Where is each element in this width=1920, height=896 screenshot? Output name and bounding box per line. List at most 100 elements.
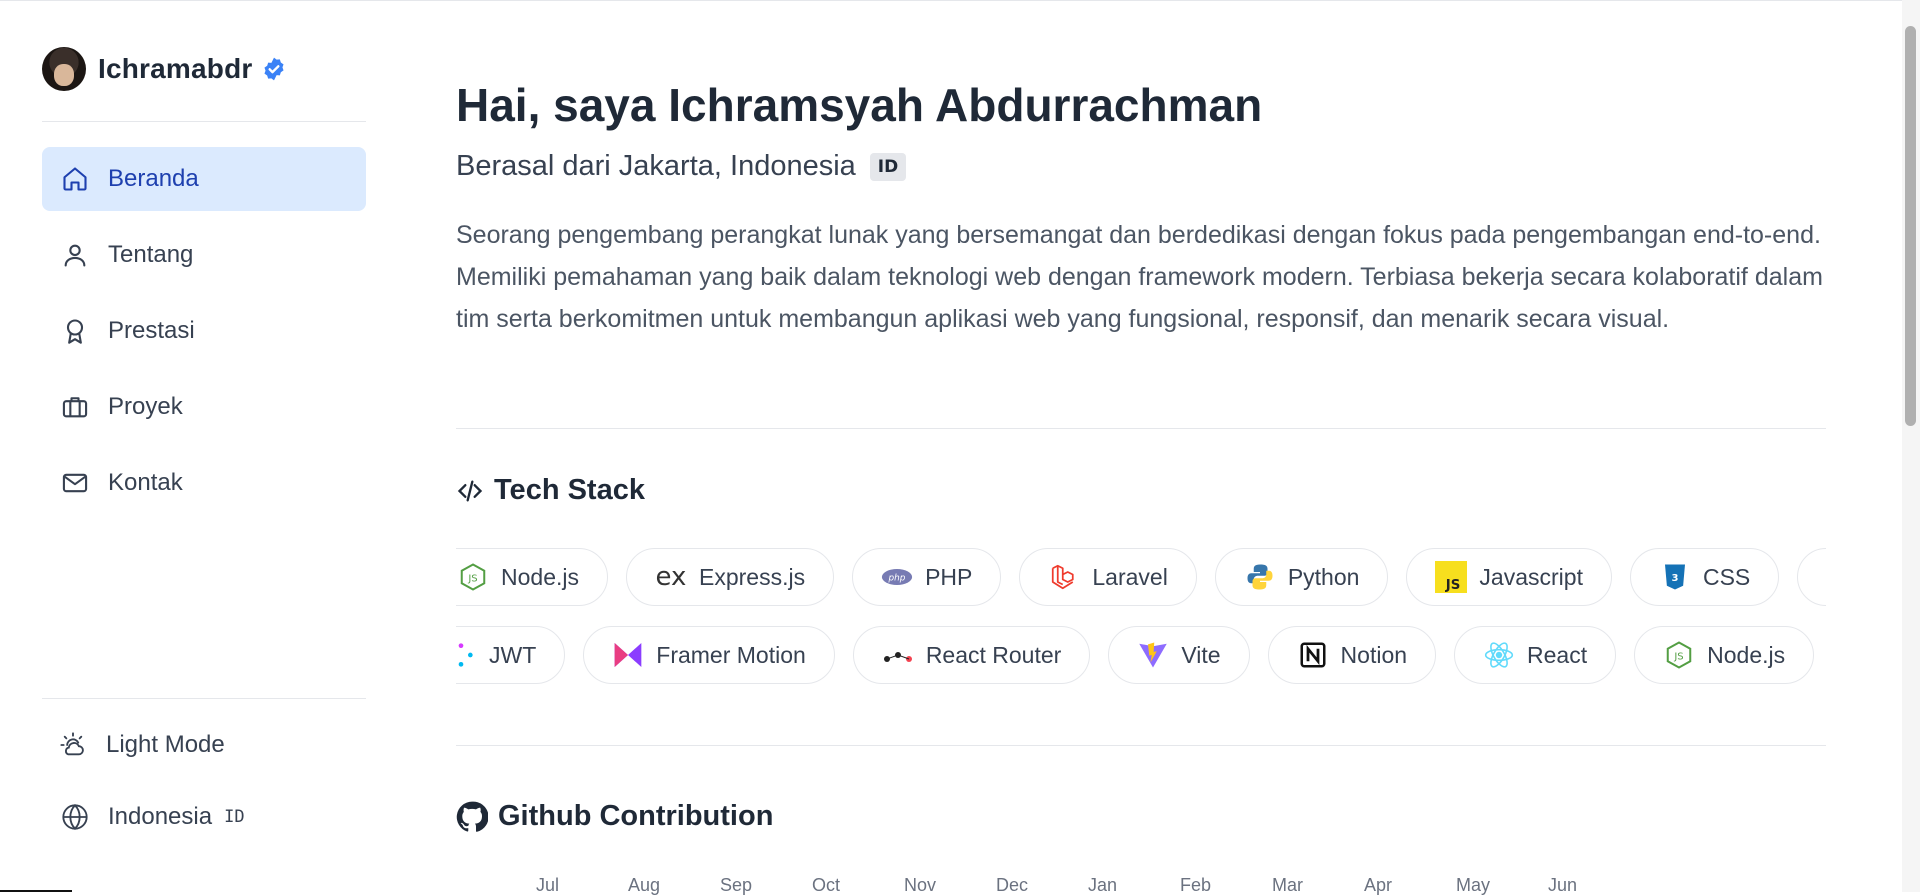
- contribution-month-labels: Jul Aug Sep Oct Nov Dec Jan Feb Mar Apr …: [536, 875, 1640, 896]
- tech-stack-title: Tech Stack: [494, 474, 645, 506]
- user-icon: [60, 240, 90, 270]
- tech-pill-python[interactable]: Python: [1214, 548, 1389, 606]
- profile-header[interactable]: Ichramabdr: [42, 46, 287, 92]
- tech-pill-label: JWT: [489, 641, 537, 668]
- tech-stack-heading: Tech Stack: [456, 474, 645, 507]
- express-icon: ex: [655, 562, 687, 592]
- theme-toggle-label: Light Mode: [106, 731, 225, 758]
- tech-pill-label: React: [1527, 641, 1588, 668]
- month-label: Jul: [536, 875, 560, 895]
- laravel-icon: [1048, 561, 1080, 593]
- globe-icon: [60, 802, 90, 832]
- tech-pill-label: Vite: [1181, 641, 1221, 668]
- github-heading: Github Contribution: [456, 800, 773, 833]
- sidebar: Ichramabdr Beranda Tentang Prestasi Proy…: [42, 0, 366, 892]
- month-label: Jan: [1088, 875, 1118, 895]
- month-label: Jun: [1548, 875, 1578, 895]
- page-scrollbar[interactable]: [1902, 0, 1920, 892]
- svg-text:JS: JS: [467, 573, 477, 584]
- award-icon: [60, 316, 90, 346]
- svg-text:JS: JS: [1445, 578, 1461, 593]
- home-icon: [60, 164, 90, 194]
- framer-motion-icon: [612, 639, 644, 671]
- language-selector[interactable]: Indonesia ID: [60, 802, 245, 832]
- tech-pill-vite[interactable]: Vite: [1108, 626, 1250, 684]
- nodejs-icon: JS: [457, 561, 489, 593]
- tech-pill-notion[interactable]: Notion: [1267, 626, 1437, 684]
- month-label: Aug: [628, 875, 661, 895]
- sidebar-divider: [42, 121, 366, 122]
- sidebar-item-prestasi[interactable]: Prestasi: [42, 299, 366, 363]
- sidebar-item-label: Kontak: [108, 469, 183, 496]
- sidebar-item-proyek[interactable]: Proyek: [42, 375, 366, 439]
- tech-stack-row-1: JS Node.js ex Express.js php PHP Laravel…: [456, 548, 1826, 610]
- profile-name: Ichramabdr: [98, 53, 253, 84]
- sun-cloud-icon: [58, 730, 88, 760]
- avatar: [42, 47, 86, 91]
- tech-pill-nodejs-2[interactable]: JS Node.js: [1634, 626, 1815, 684]
- verified-badge-icon: [263, 57, 284, 81]
- theme-toggle-button[interactable]: Light Mode: [58, 730, 225, 760]
- tech-pill-label: Python: [1287, 563, 1360, 590]
- month-label: Sep: [720, 875, 753, 895]
- svg-text:JS: JS: [1673, 651, 1683, 662]
- sidebar-item-beranda[interactable]: Beranda: [42, 147, 366, 211]
- tech-pill-label: Laravel: [1092, 563, 1168, 590]
- javascript-icon: JS: [1435, 561, 1468, 593]
- scrollbar-thumb[interactable]: [1905, 26, 1916, 426]
- sidebar-nav: Beranda Tentang Prestasi Proyek Kontak: [42, 147, 366, 527]
- sidebar-item-kontak[interactable]: Kontak: [42, 451, 366, 515]
- python-icon: [1244, 561, 1276, 593]
- tech-pill-express[interactable]: ex Express.js: [625, 548, 835, 606]
- tech-pill-label: Framer Motion: [656, 641, 806, 668]
- tech-pill-label: Node.js: [1707, 641, 1786, 668]
- tech-stack-row-2: JWT Framer Motion React Router Vite Noti…: [456, 626, 1826, 688]
- month-label: Oct: [812, 875, 841, 895]
- sidebar-divider: [42, 698, 366, 699]
- php-icon: php: [881, 561, 913, 593]
- flag-badge: ID: [869, 152, 907, 181]
- location-text: Berasal dari Jakarta, Indonesia: [456, 150, 856, 182]
- month-label: May: [1456, 875, 1491, 895]
- vite-icon: [1137, 639, 1169, 671]
- tech-pill-label: CSS: [1702, 563, 1751, 590]
- tech-pill-jwt[interactable]: JWT: [456, 626, 566, 684]
- month-label: Nov: [904, 875, 937, 895]
- tech-pill-css[interactable]: 3 CSS: [1629, 548, 1780, 606]
- hero-description: Seorang pengembang perangkat lunak yang …: [456, 221, 1823, 333]
- jwt-icon: [456, 639, 477, 671]
- tech-pill-react-router[interactable]: React Router: [852, 626, 1091, 684]
- nodejs-icon: JS: [1663, 639, 1695, 671]
- code-icon: [457, 480, 483, 501]
- tech-pill-framer-motion[interactable]: Framer Motion: [583, 626, 835, 684]
- hero-subtitle: Berasal dari Jakarta, Indonesia ID: [456, 150, 907, 183]
- sidebar-item-label: Beranda: [108, 165, 199, 192]
- css-icon: 3: [1659, 561, 1691, 593]
- github-title: Github Contribution: [498, 800, 774, 832]
- tech-pill-label: Express.js: [698, 563, 806, 590]
- month-label: Apr: [1364, 875, 1393, 895]
- page-title: Hai, saya Ichramsyah Abdurrachman: [456, 79, 1263, 131]
- tech-pill-nodejs[interactable]: JS Node.js: [456, 548, 608, 606]
- tech-pill-label: PHP: [925, 563, 973, 590]
- sidebar-item-label: Proyek: [108, 393, 183, 420]
- section-divider: [456, 428, 1826, 429]
- sidebar-item-label: Tentang: [108, 241, 194, 268]
- tech-pill-react[interactable]: React: [1454, 626, 1617, 684]
- month-label: Mar: [1272, 875, 1303, 895]
- language-label: Indonesia: [108, 803, 213, 830]
- sidebar-item-label: Prestasi: [108, 317, 195, 344]
- react-icon: [1483, 639, 1515, 671]
- github-icon: [456, 801, 488, 832]
- react-router-icon: [882, 639, 914, 671]
- svg-text:php: php: [888, 574, 906, 584]
- tech-pill-label: React Router: [925, 641, 1062, 668]
- tech-pill-laravel[interactable]: Laravel: [1019, 548, 1197, 606]
- tech-pill-partial[interactable]: [1797, 548, 1826, 606]
- notion-icon: [1297, 639, 1329, 671]
- section-divider: [456, 745, 1826, 746]
- tech-pill-javascript[interactable]: JS Javascript: [1406, 548, 1612, 606]
- sidebar-item-tentang[interactable]: Tentang: [42, 223, 366, 287]
- tech-pill-php[interactable]: php PHP: [852, 548, 1002, 606]
- tech-pill-label: Node.js: [501, 563, 579, 590]
